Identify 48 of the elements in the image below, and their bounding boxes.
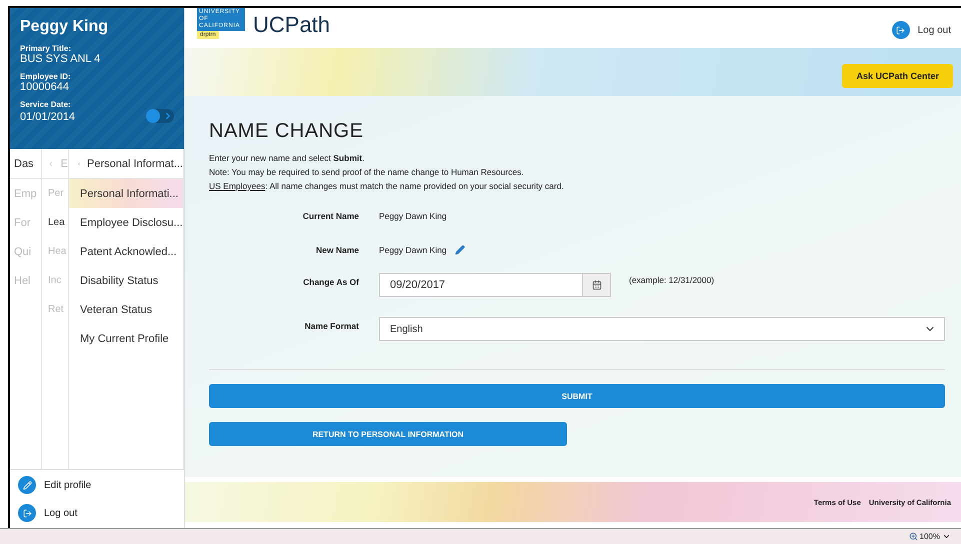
calendar-button[interactable] [582, 274, 610, 296]
field-label: Name Format [304, 320, 360, 331]
nav-item[interactable]: Disability Status [69, 266, 183, 295]
collapse-toggle[interactable] [146, 109, 174, 123]
profile-name: Peggy King [20, 18, 110, 36]
calendar-icon [592, 280, 602, 290]
caret-icon[interactable] [942, 532, 951, 541]
zoom-icon [908, 532, 918, 541]
profile-label: Service Date: [20, 100, 72, 109]
pencil-icon[interactable] [454, 245, 465, 255]
instruction-text: Enter your new name and select Submit. [209, 152, 366, 165]
zoom-level[interactable]: 100% [920, 532, 940, 541]
field-value: Peggy Dawn King [379, 245, 447, 255]
nav-item[interactable]: Patent Acknowled... [69, 237, 183, 266]
date-field[interactable]: 09/20/2017 [379, 273, 611, 297]
nav-item[interactable]: Employee Disclosu... [69, 208, 183, 237]
field-value: Peggy Dawn King [379, 211, 448, 221]
nav-item[interactable]: My Current Profile [69, 324, 183, 353]
ask-ucpath-button[interactable]: Ask UCPath Center [842, 64, 953, 88]
profile-label: Primary Title: [20, 44, 72, 53]
nav-header[interactable]: Personal Informat... [87, 158, 183, 170]
pencil-icon [18, 476, 36, 494]
nav-item[interactable]: Lea [42, 208, 68, 237]
field-label: Current Name [302, 211, 360, 221]
profile-value: BUS SYS ANL 4 [20, 53, 102, 65]
us-employees-link[interactable]: US Employees [209, 181, 266, 191]
date-hint: (example: 12/31/2000) [629, 275, 714, 285]
instruction-text: Note: You may be required to send proof of the name change to Human Resources. [209, 166, 525, 179]
nav-item[interactable]: Personal Informati... [69, 179, 183, 208]
logout-icon [892, 21, 910, 39]
field-label: Change As Of [302, 276, 360, 287]
profile-label: Employee ID: [20, 72, 72, 81]
page-title: NAME CHANGE [209, 120, 364, 143]
chevron-right-icon [163, 111, 173, 121]
nav-item[interactable]: Das [14, 158, 34, 170]
field-label: New Name [315, 245, 360, 255]
logout-link[interactable]: Log out [892, 21, 951, 39]
logout-link[interactable]: Log out [18, 504, 176, 522]
submit-button[interactable]: SUBMIT [209, 384, 945, 408]
name-format-dropdown[interactable]: English [379, 317, 945, 341]
edit-profile-link[interactable]: Edit profile [18, 476, 176, 494]
profile-value: 01/01/2014 [20, 111, 76, 123]
instruction-text: US Employees: All name changes must match the name provided on your social security card. [209, 180, 565, 193]
nav-item[interactable]: Veteran Status [69, 295, 183, 324]
return-button[interactable]: RETURN TO PERSONAL INFORMATION [209, 422, 567, 446]
app-name: UCPath [253, 12, 330, 38]
logout-icon [18, 504, 36, 522]
profile-value: 10000644 [20, 81, 70, 93]
